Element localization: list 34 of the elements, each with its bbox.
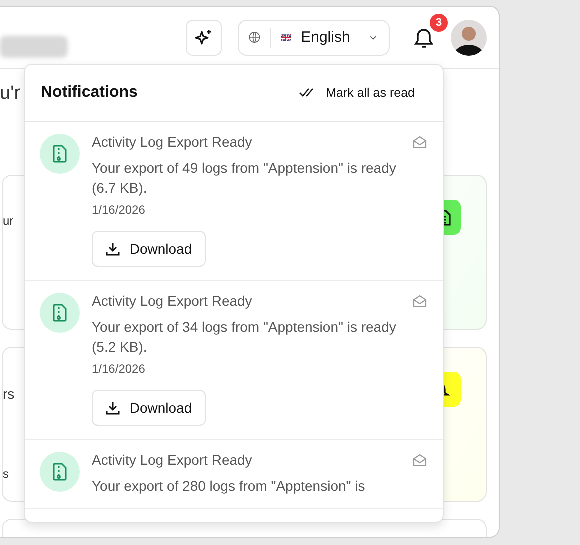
mark-all-read-button[interactable]: Mark all as read xyxy=(299,86,427,100)
notification-message: Your export of 49 logs from "Apptension" is ready (6.7 KB). xyxy=(92,159,398,198)
download-icon xyxy=(106,242,120,256)
file-icon xyxy=(52,304,68,322)
file-icon xyxy=(52,463,68,481)
sparkle-icon xyxy=(195,28,213,46)
notification-title: Activity Log Export Ready xyxy=(92,452,252,468)
notification-title: Activity Log Export Ready xyxy=(92,293,252,309)
notification-title: Activity Log Export Ready xyxy=(92,134,252,150)
language-select[interactable]: English xyxy=(238,20,390,56)
file-icon xyxy=(52,145,68,163)
envelope-open-icon[interactable] xyxy=(413,136,427,148)
card-text: s xyxy=(3,467,9,481)
card-text: rs xyxy=(3,386,15,402)
double-check-icon xyxy=(299,88,314,98)
user-avatar[interactable] xyxy=(451,20,487,56)
card-text: ur xyxy=(3,214,14,228)
envelope-open-icon[interactable] xyxy=(413,294,427,308)
welcome-text: u'r xyxy=(0,83,21,105)
flag-icon xyxy=(281,32,292,42)
envelope-open-icon[interactable] xyxy=(413,454,427,466)
notification-message: Your export of 34 logs from "Apptension" is ready (5.2 KB). xyxy=(92,318,398,357)
globe-icon xyxy=(249,29,260,46)
download-button[interactable]: Download xyxy=(92,390,206,426)
notification-date: 1/16/2026 xyxy=(92,203,146,217)
ai-button[interactable] xyxy=(186,20,222,56)
download-icon xyxy=(106,401,120,415)
bell-icon xyxy=(414,26,434,48)
download-button[interactable]: Download xyxy=(92,231,206,267)
notification-count-badge: 3 xyxy=(430,14,448,32)
chevron-down-icon xyxy=(370,34,378,40)
panel-title: Notifications xyxy=(41,84,138,102)
notification-date: 1/16/2026 xyxy=(92,362,146,376)
notification-message: Your export of 280 logs from "Apptension" is xyxy=(92,477,366,496)
